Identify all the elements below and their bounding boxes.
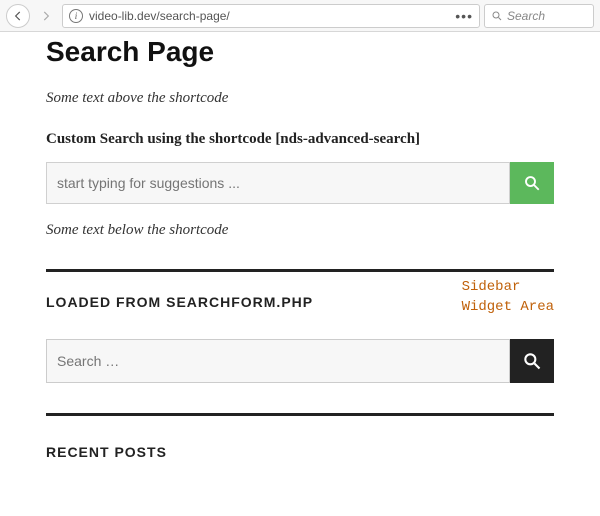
- back-button[interactable]: [6, 4, 30, 28]
- search-icon: [523, 174, 541, 192]
- custom-search-button[interactable]: [510, 162, 554, 204]
- search-icon: [491, 10, 503, 22]
- browser-search-placeholder: Search: [507, 9, 545, 23]
- text-below-shortcode: Some text below the shortcode: [46, 222, 554, 239]
- custom-search-form: [46, 162, 554, 204]
- recent-posts-heading: RECENT POSTS: [46, 444, 554, 460]
- searchform-heading: LOADED FROM SEARCHFORM.PHP: [46, 294, 313, 310]
- custom-search-heading: Custom Search using the shortcode [nds-a…: [46, 131, 554, 148]
- site-info-icon[interactable]: i: [69, 9, 83, 23]
- custom-search-input[interactable]: [46, 162, 510, 204]
- url-text: video-lib.dev/search-page/: [89, 9, 449, 23]
- page-title: Search Page: [46, 36, 554, 68]
- section-divider: [46, 269, 554, 272]
- wp-search-form: [46, 339, 554, 383]
- page-actions-icon[interactable]: •••: [455, 8, 473, 24]
- browser-toolbar: i video-lib.dev/search-page/ ••• Search: [0, 0, 600, 32]
- browser-search-box[interactable]: Search: [484, 4, 594, 28]
- widget-area-label: Sidebar Widget Area: [462, 278, 554, 317]
- wp-search-input[interactable]: [46, 339, 510, 383]
- forward-button[interactable]: [34, 4, 58, 28]
- url-bar[interactable]: i video-lib.dev/search-page/ •••: [62, 4, 480, 28]
- section-divider: [46, 413, 554, 416]
- wp-search-button[interactable]: [510, 339, 554, 383]
- page-content: Search Page Some text above the shortcod…: [0, 36, 600, 460]
- search-icon: [522, 351, 542, 371]
- text-above-shortcode: Some text above the shortcode: [46, 90, 554, 107]
